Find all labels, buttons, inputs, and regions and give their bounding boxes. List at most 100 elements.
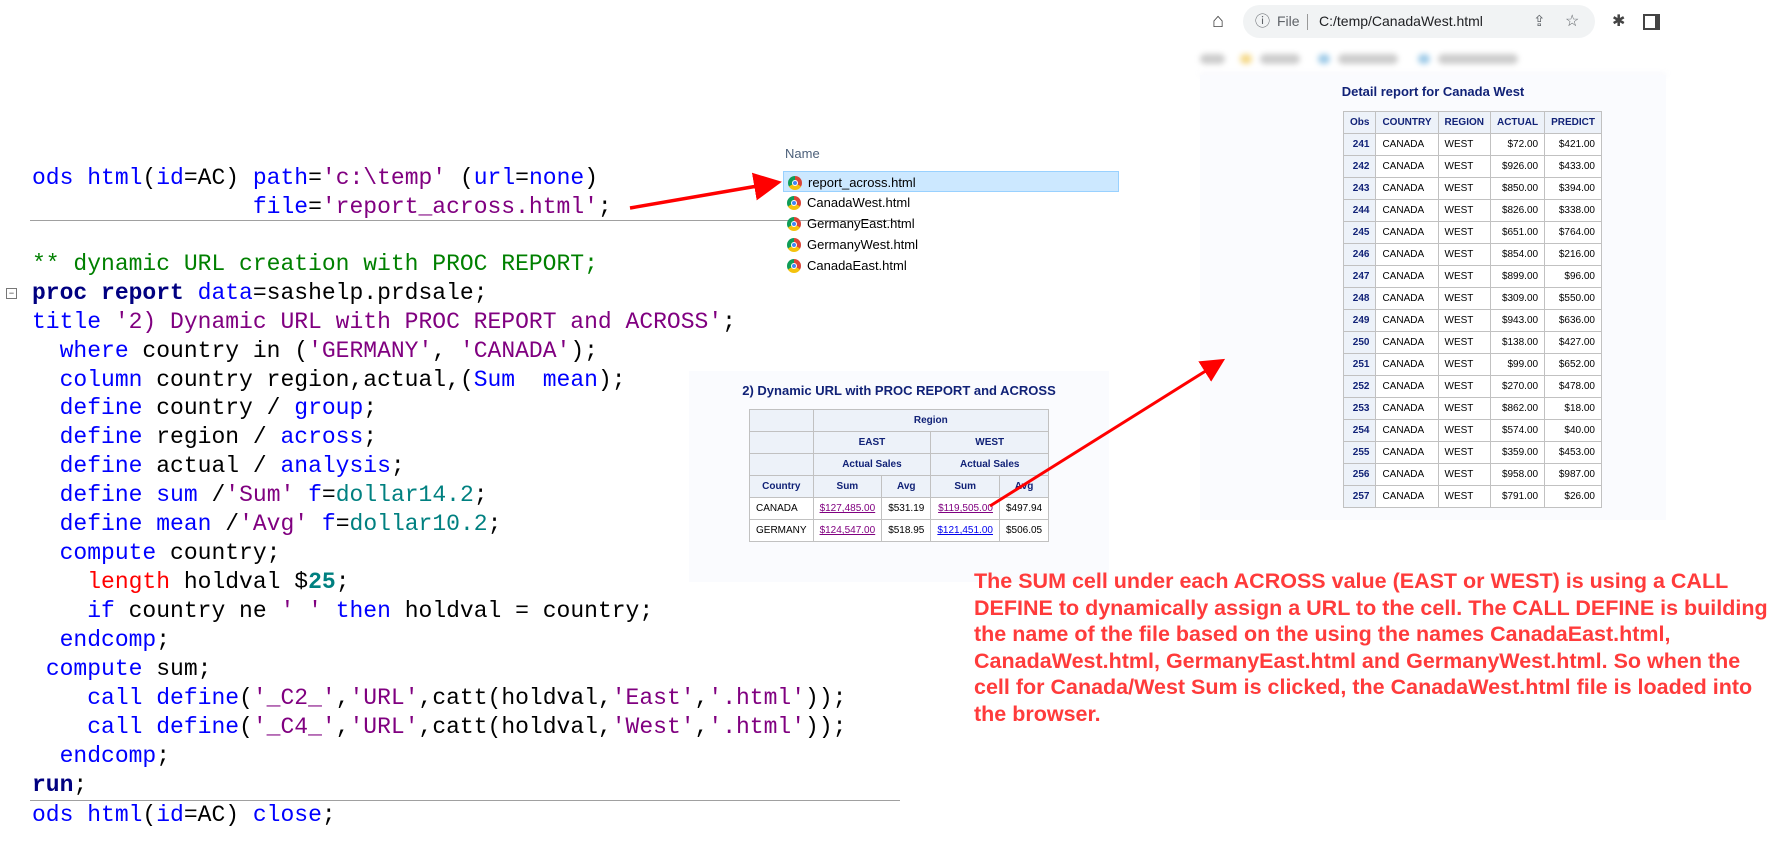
table-row: 243 CANADA WEST $850.00 $394.00 xyxy=(1342,177,1602,200)
code-line: column country region,actual,(Sum mean); xyxy=(32,366,626,395)
obs-cell: 246 xyxy=(1342,243,1377,266)
blank-header xyxy=(749,453,814,476)
code-token: =sashelp.prdsale; xyxy=(252,280,488,306)
cell: $574.00 xyxy=(1489,419,1546,442)
code-line: file='report_across.html'; xyxy=(32,193,612,222)
url-text[interactable]: C:/temp/CanadaWest.html xyxy=(1319,5,1483,38)
code-token: = xyxy=(515,165,529,191)
code-token: ; xyxy=(321,802,336,828)
germany-west-sum-link[interactable]: $121,451.00 xyxy=(937,525,993,536)
cell: CANADA xyxy=(1375,485,1439,508)
cell: WEST xyxy=(1437,397,1491,420)
file-item[interactable]: GermanyEast.html xyxy=(783,213,1119,234)
code-token: , xyxy=(694,714,709,740)
code-token: = xyxy=(308,194,322,220)
cell: CANADA xyxy=(1375,243,1439,266)
cell: $453.00 xyxy=(1544,441,1602,464)
code-token: =AC) xyxy=(183,165,253,191)
address-bar[interactable]: ⓘ File C:/temp/CanadaWest.html ⇪ ☆ xyxy=(1243,5,1595,38)
cell: $138.00 xyxy=(1489,331,1546,354)
code-line: proc report data=sashelp.prdsale; xyxy=(32,279,488,308)
code-token: then xyxy=(335,598,391,624)
code-line: call define('_C2_','URL',catt(holdval,'E… xyxy=(32,684,846,713)
code-token: ; xyxy=(156,627,171,653)
code-token: =AC) xyxy=(183,802,253,828)
extensions-icon[interactable]: ✱ xyxy=(1612,5,1625,38)
code-token: ; xyxy=(156,743,171,769)
detail-report-title: Detail report for Canada West xyxy=(1341,84,1525,99)
info-icon[interactable]: ⓘ xyxy=(1255,5,1270,38)
code-token: 'West' xyxy=(611,714,695,740)
canada-east-sum-link[interactable]: $127,485.00 xyxy=(820,503,876,514)
obs-cell: 253 xyxy=(1342,397,1377,420)
avg-header: Avg xyxy=(998,475,1050,498)
cell: $421.00 xyxy=(1544,133,1602,156)
cell: $791.00 xyxy=(1489,485,1546,508)
file-item[interactable]: CanadaWest.html xyxy=(783,192,1119,213)
cell: WEST xyxy=(1437,221,1491,244)
cell: $433.00 xyxy=(1544,155,1602,178)
share-icon[interactable]: ⇪ xyxy=(1533,5,1546,38)
avg-cell: $497.94 xyxy=(998,497,1050,520)
file-item[interactable]: CanadaEast.html xyxy=(783,255,1119,276)
code-token: ( xyxy=(446,165,474,191)
cell: $26.00 xyxy=(1544,485,1602,508)
obs-cell: 252 xyxy=(1342,375,1377,398)
cell: CANADA xyxy=(1375,419,1439,442)
scheme-label: File xyxy=(1277,13,1300,29)
code-token: length xyxy=(87,569,171,595)
code-token: , xyxy=(335,685,350,711)
cell: $96.00 xyxy=(1544,265,1602,288)
code-token: endcomp xyxy=(59,627,157,653)
cell: WEST xyxy=(1437,199,1491,222)
code-line: define mean /'Avg' f=dollar10.2; xyxy=(32,510,502,539)
code-token: dollar14.2 xyxy=(335,482,474,508)
region-east-header: EAST xyxy=(812,431,932,454)
canada-west-sum-link[interactable]: $119,505.00 xyxy=(938,503,993,514)
cell: CANADA xyxy=(1375,375,1439,398)
cell: WEST xyxy=(1437,375,1491,398)
code-token: '.html' xyxy=(708,685,806,711)
code-line: ods html(id=AC) path='c:\temp' (url=none… xyxy=(32,164,598,193)
code-token: ** dynamic URL creation with PROC REPORT… xyxy=(32,251,598,277)
code-token: 'GERMANY' xyxy=(308,338,433,364)
bookmark-star-icon[interactable]: ☆ xyxy=(1565,5,1579,38)
code-token: 'CANADA' xyxy=(459,338,571,364)
germany-east-sum-link[interactable]: $124,547.00 xyxy=(820,525,876,536)
code-line: title '2) Dynamic URL with PROC REPORT a… xyxy=(32,308,736,337)
cell: $478.00 xyxy=(1544,375,1602,398)
cell: CANADA xyxy=(1375,331,1439,354)
code-line: endcomp; xyxy=(32,626,170,655)
cell: WEST xyxy=(1437,419,1491,442)
side-panel-icon[interactable] xyxy=(1643,14,1660,30)
table-row: GERMANY $124,547.00 $518.95 $121,451.00 … xyxy=(749,519,1050,542)
code-token: close xyxy=(252,802,322,828)
cell: WEST xyxy=(1437,287,1491,310)
home-icon[interactable]: ⌂ xyxy=(1212,5,1224,38)
code-line: define sum /'Sum' f=dollar14.2; xyxy=(32,481,488,510)
fold-collapse-icon[interactable]: − xyxy=(6,288,17,299)
file-item[interactable]: report_across.html xyxy=(783,171,1119,192)
table-row: 250 CANADA WEST $138.00 $427.00 xyxy=(1342,331,1602,354)
code-token: ; xyxy=(487,511,502,537)
chrome-icon xyxy=(788,176,802,190)
cell: WEST xyxy=(1437,441,1491,464)
country-header: Country xyxy=(749,475,814,498)
obs-cell: 241 xyxy=(1342,133,1377,156)
cell: $958.00 xyxy=(1489,463,1546,486)
cell: $862.00 xyxy=(1489,397,1546,420)
file-item[interactable]: GermanyWest.html xyxy=(783,234,1119,255)
code-token: ( xyxy=(239,714,253,740)
cell: $309.00 xyxy=(1489,287,1546,310)
cell: WEST xyxy=(1437,177,1491,200)
cell: CANADA xyxy=(1375,221,1439,244)
code-token: define xyxy=(59,511,143,537)
name-column-header[interactable]: Name xyxy=(785,146,820,161)
cell: WEST xyxy=(1437,243,1491,266)
chrome-icon xyxy=(787,238,801,252)
code-line: ods html(id=AC) close; xyxy=(32,801,336,830)
